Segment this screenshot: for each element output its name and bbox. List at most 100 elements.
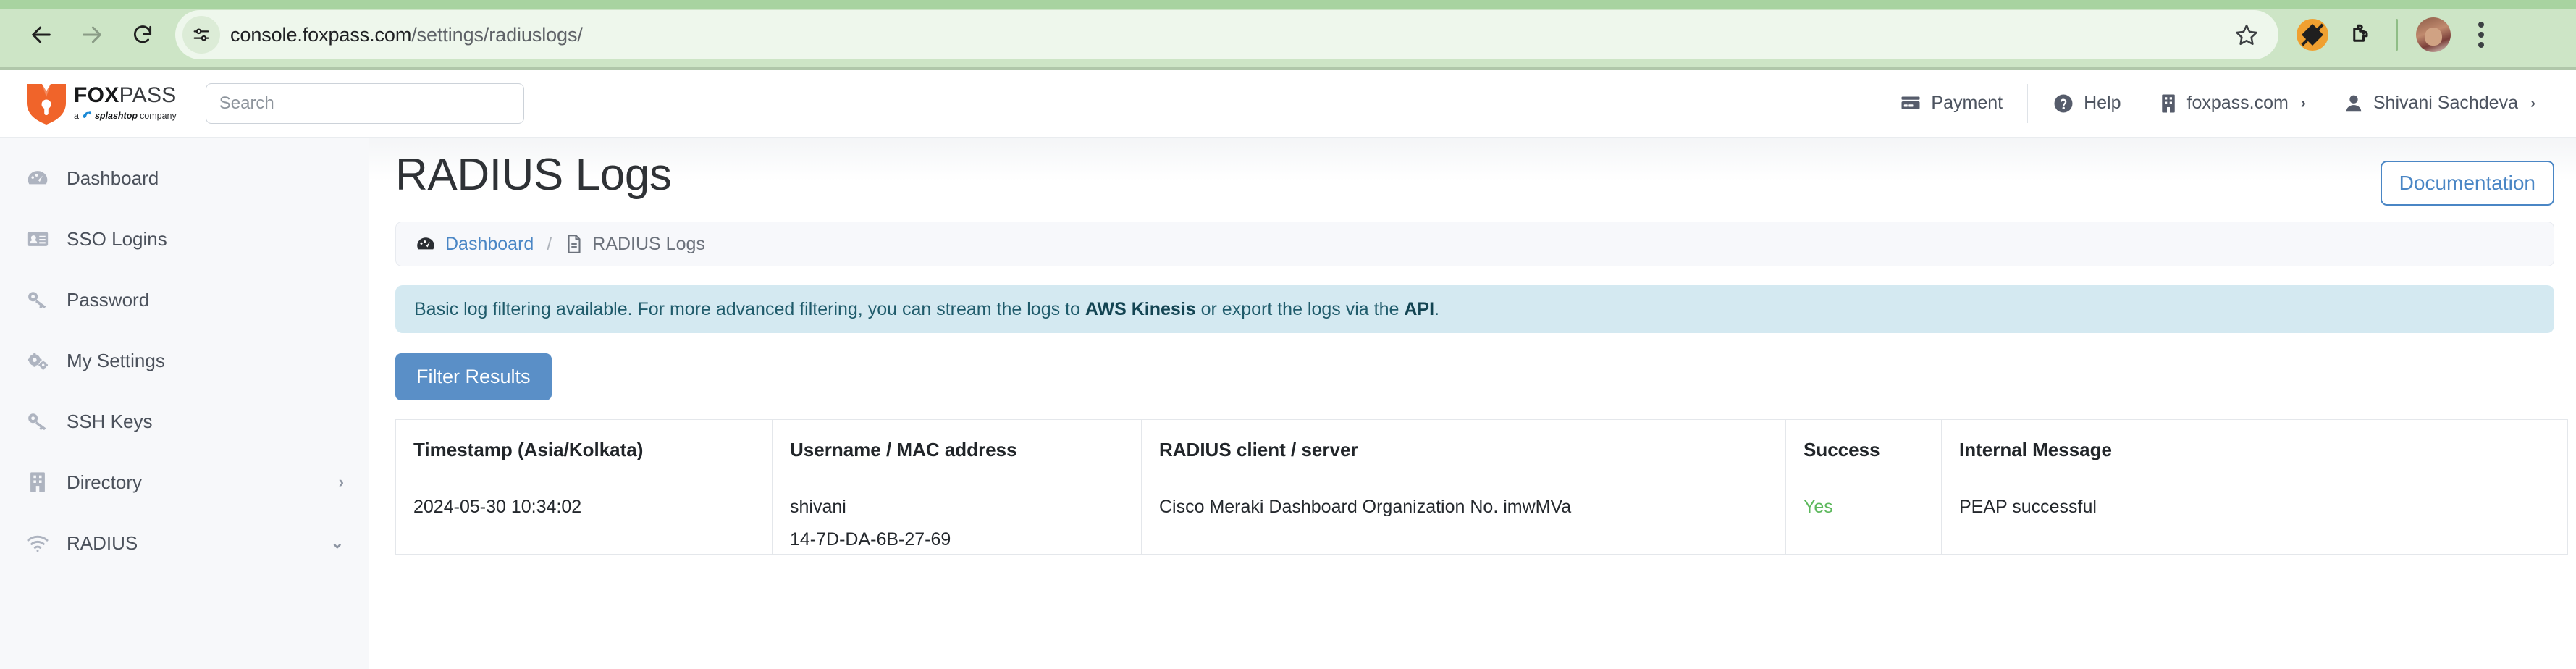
sidebar-item-label: SSH Keys [67, 410, 153, 432]
help-label: Help [2084, 93, 2121, 113]
forward-button[interactable] [70, 12, 114, 57]
sidebar: Dashboard SSO Logins Password My Setting… [0, 138, 369, 669]
cell-username: shivani [790, 497, 846, 517]
payment-link[interactable]: Payment [1881, 93, 2021, 114]
tab-strip [0, 0, 2317, 9]
documentation-button[interactable]: Documentation [2380, 161, 2554, 206]
header-actions: Payment Help foxpass.com › Shivani Sachd… [1881, 70, 2554, 137]
column-header-username[interactable]: Username / MAC address [772, 419, 1142, 479]
adblock-extension-icon [2297, 19, 2328, 51]
brand-name: FOXPASS [74, 85, 177, 106]
gauge-icon [415, 233, 437, 255]
cell-timestamp: 2024-05-30 10:34:02 [395, 479, 773, 555]
sidebar-item-directory[interactable]: Directory › [0, 452, 369, 513]
extensions-button[interactable] [2338, 12, 2383, 57]
search-wrapper [205, 83, 524, 124]
forward-arrow-icon [83, 26, 101, 43]
breadcrumb-separator: / [547, 233, 552, 254]
brand-sub-prefix: a [74, 111, 79, 121]
site-settings-button[interactable] [182, 16, 220, 54]
url-host: console.foxpass.com [230, 23, 412, 46]
foxpass-shield-logo-icon [27, 83, 66, 125]
gears-icon [25, 348, 51, 374]
user-menu[interactable]: Shivani Sachdeva › [2325, 93, 2554, 114]
toolbar-divider [2396, 19, 2398, 51]
sidebar-item-label: Directory [67, 471, 143, 493]
brand-name-bold: FOX [74, 83, 119, 107]
chevron-right-icon: › [2530, 94, 2535, 112]
browser-chrome: console.foxpass.com/settings/radiuslogs/ [0, 0, 2576, 70]
column-header-client[interactable]: RADIUS client / server [1141, 419, 1786, 479]
browser-nav-buttons [19, 12, 165, 57]
chevron-right-icon: › [338, 473, 344, 491]
cell-success: Yes [1785, 479, 1942, 555]
bookmark-button[interactable] [2226, 14, 2267, 55]
sidebar-item-label: RADIUS [67, 531, 138, 554]
profile-button[interactable] [2411, 12, 2456, 57]
sidebar-item-label: Password [67, 288, 150, 311]
sidebar-item-dashboard[interactable]: Dashboard [0, 148, 369, 209]
column-header-message[interactable]: Internal Message [1941, 419, 2568, 479]
page-title: RADIUS Logs [395, 150, 672, 200]
sidebar-item-ssh-keys[interactable]: SSH Keys [0, 391, 369, 452]
adblock-extension-button[interactable] [2290, 12, 2335, 57]
brand-sub-company: splashtop [94, 111, 138, 121]
sidebar-item-label: Dashboard [67, 167, 159, 189]
gauge-icon [25, 165, 51, 191]
organization-label: foxpass.com [2186, 93, 2289, 113]
wifi-icon [25, 530, 51, 556]
main-content: RADIUS Logs Documentation Dashboard / RA… [369, 138, 2576, 669]
table-row[interactable]: 2024-05-30 10:34:02 shivani 14-7D-DA-6B-… [395, 479, 2568, 555]
document-icon [565, 233, 584, 255]
radius-logs-table: Timestamp (Asia/Kolkata) Username / MAC … [395, 419, 2568, 555]
alert-bold-api: API [1404, 298, 1435, 319]
url-path: /settings/radiuslogs/ [411, 23, 583, 46]
foxpass-logo[interactable]: FOXPASS a splashtop company [25, 81, 177, 126]
help-link[interactable]: Help [2034, 93, 2139, 114]
brand-name-thin: PASS [119, 83, 177, 107]
extension-puzzle-icon [2353, 24, 2368, 42]
person-icon [2346, 95, 2362, 112]
key-icon [25, 287, 51, 313]
brand-sub-suffix: company [140, 111, 177, 121]
breadcrumb-current: RADIUS Logs [592, 233, 705, 254]
site-settings-icon [193, 28, 209, 41]
breadcrumb: Dashboard / RADIUS Logs [395, 222, 2554, 266]
alert-text-2: or export the logs via the [1195, 298, 1405, 319]
table-body: 2024-05-30 10:34:02 shivani 14-7D-DA-6B-… [395, 479, 2568, 555]
brand-subtitle: a splashtop company [74, 110, 177, 122]
cell-internal-message: PEAP successful [1941, 479, 2568, 555]
filter-results-button[interactable]: Filter Results [395, 353, 552, 400]
alert-bold-aws-kinesis: AWS Kinesis [1085, 298, 1196, 319]
sidebar-item-my-settings[interactable]: My Settings [0, 330, 369, 391]
cell-username-mac: shivani 14-7D-DA-6B-27-69 [772, 479, 1142, 555]
table-header-row: Timestamp (Asia/Kolkata) Username / MAC … [395, 419, 2568, 479]
address-bar[interactable]: console.foxpass.com/settings/radiuslogs/ [175, 10, 2278, 59]
help-circle-icon [2054, 94, 2073, 112]
alert-text-1: Basic log filtering available. For more … [414, 298, 1085, 319]
payment-label: Payment [1931, 93, 2003, 113]
search-input[interactable] [205, 83, 524, 124]
sidebar-item-radius[interactable]: RADIUS ⌄ [0, 513, 369, 573]
info-alert-banner: Basic log filtering available. For more … [395, 285, 2554, 333]
table-header: Timestamp (Asia/Kolkata) Username / MAC … [395, 419, 2568, 479]
back-button[interactable] [19, 12, 64, 57]
organization-menu[interactable]: foxpass.com › [2140, 93, 2325, 114]
three-dot-menu-icon [2478, 22, 2484, 48]
reload-button[interactable] [120, 12, 165, 57]
column-header-success[interactable]: Success [1785, 419, 1942, 479]
cell-radius-client: Cisco Meraki Dashboard Organization No. … [1141, 479, 1786, 555]
sidebar-item-password[interactable]: Password [0, 269, 369, 330]
profile-avatar [2416, 17, 2451, 52]
url-display[interactable]: console.foxpass.com/settings/radiuslogs/ [230, 24, 2226, 46]
sidebar-item-sso-logins[interactable]: SSO Logins [0, 209, 369, 269]
alert-text-3: . [1434, 298, 1439, 319]
star-icon [2236, 24, 2257, 46]
breadcrumb-dashboard-link[interactable]: Dashboard [445, 234, 534, 255]
building-icon [2161, 94, 2175, 112]
chevron-right-icon: › [2300, 94, 2306, 112]
header-divider [2027, 83, 2029, 123]
column-header-timestamp[interactable]: Timestamp (Asia/Kolkata) [395, 419, 773, 479]
browser-menu-button[interactable] [2459, 12, 2504, 57]
key-icon [25, 408, 51, 434]
